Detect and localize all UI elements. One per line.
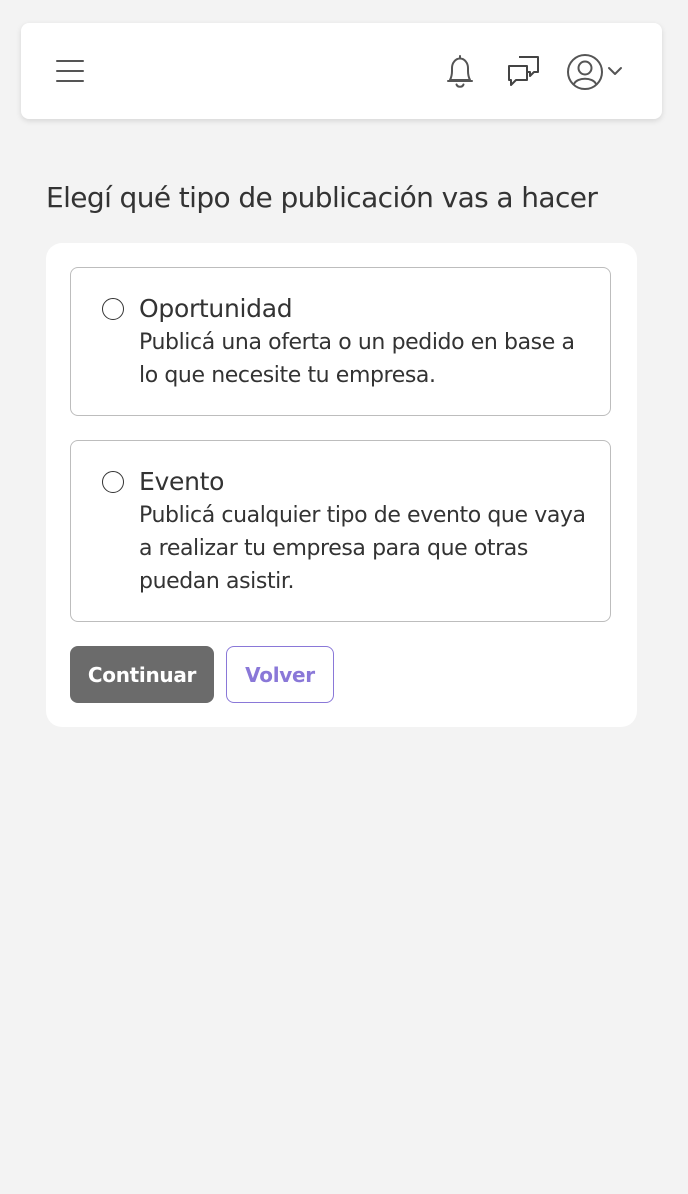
publication-type-card: Oportunidad Publicá una oferta o un pedi…	[46, 243, 637, 727]
radio-opportunity[interactable]	[102, 298, 124, 320]
avatar-icon[interactable]	[565, 52, 605, 92]
option-description: Publicá una oferta o un pedido en base a…	[139, 330, 575, 388]
bell-icon[interactable]	[443, 53, 477, 91]
option-opportunity[interactable]: Oportunidad Publicá una oferta o un pedi…	[70, 267, 611, 416]
page-title: Elegí qué tipo de publicación vas a hace…	[46, 181, 598, 214]
top-navbar	[21, 23, 662, 119]
chat-icon[interactable]	[506, 53, 542, 89]
option-description: Publicá cualquier tipo de evento que vay…	[139, 503, 586, 594]
option-event[interactable]: Evento Publicá cualquier tipo de evento …	[70, 440, 611, 622]
chevron-down-icon[interactable]	[606, 63, 624, 79]
radio-event[interactable]	[102, 471, 124, 493]
option-title: Evento	[139, 467, 225, 496]
menu-icon[interactable]	[56, 58, 84, 84]
back-button[interactable]: Volver	[226, 646, 334, 703]
continue-button[interactable]: Continuar	[70, 646, 214, 703]
option-title: Oportunidad	[139, 294, 293, 323]
